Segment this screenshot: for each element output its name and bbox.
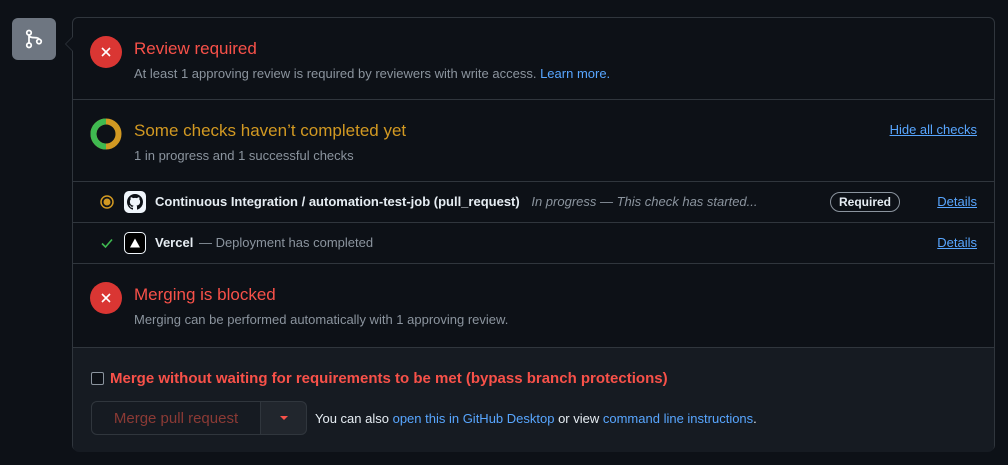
merge-actions-section: Merge without waiting for requirements t… — [73, 348, 994, 452]
merge-box: Review required At least 1 approving rev… — [65, 17, 995, 452]
review-required-title: Review required — [134, 39, 257, 58]
open-github-desktop-link[interactable]: open this in GitHub Desktop — [393, 411, 555, 426]
check-row: Vercel — Deployment has completed Detail… — [73, 223, 994, 264]
vercel-icon — [124, 232, 146, 254]
check-status: — Deployment has completed — [198, 235, 374, 250]
git-branch-icon — [25, 29, 43, 49]
in-progress-dot-icon — [99, 194, 115, 210]
checks-progress-ring-icon — [90, 118, 122, 150]
period-text: . — [753, 411, 757, 426]
merging-blocked-title: Merging is blocked — [134, 285, 276, 304]
check-row: Continuous Integration / automation-test… — [73, 182, 994, 223]
bypass-label[interactable]: Merge without waiting for requirements t… — [110, 370, 668, 387]
merge-method-dropdown-button[interactable] — [261, 401, 307, 435]
check-name-text: Vercel — [155, 235, 194, 250]
hide-all-checks-link[interactable]: Hide all checks — [890, 122, 977, 137]
merging-blocked-section: Merging is blocked Merging can be perfor… — [73, 264, 994, 348]
or-view-text: or view — [554, 411, 603, 426]
x-circle-icon — [90, 282, 122, 314]
x-circle-icon — [90, 36, 122, 68]
merge-pull-request-button[interactable]: Merge pull request — [91, 401, 261, 435]
alternative-actions-text: You can also open this in GitHub Desktop… — [315, 411, 757, 426]
checks-summary: 1 in progress and 1 successful checks — [134, 148, 354, 163]
merge-button-group: Merge pull request — [91, 401, 307, 435]
review-required-desc: At least 1 approving review is required … — [134, 66, 610, 81]
check-name: Continuous Integration / automation-test… — [155, 194, 758, 209]
merging-blocked-desc: Merging can be performed automatically w… — [134, 312, 509, 327]
learn-more-link[interactable]: Learn more. — [540, 66, 610, 81]
caret-down-icon — [279, 416, 288, 420]
check-name: Vercel — Deployment has completed — [155, 235, 373, 250]
command-line-instructions-link[interactable]: command line instructions — [603, 411, 753, 426]
checks-title: Some checks haven’t completed yet — [134, 121, 407, 140]
github-icon — [124, 191, 146, 213]
checks-section: Some checks haven’t completed yet 1 in p… — [73, 100, 994, 182]
check-status: In progress — This check has started... — [531, 194, 758, 209]
check-icon — [99, 235, 115, 251]
review-desc-text: At least 1 approving review is required … — [134, 66, 537, 81]
bypass-checkbox[interactable] — [91, 372, 104, 385]
review-required-section: Review required At least 1 approving rev… — [73, 18, 994, 100]
check-details-link[interactable]: Details — [937, 235, 977, 250]
check-name-text: Continuous Integration / automation-test… — [155, 194, 520, 209]
check-details-link[interactable]: Details — [937, 194, 977, 209]
also-prefix: You can also — [315, 411, 393, 426]
required-badge: Required — [830, 192, 901, 212]
bypass-option: Merge without waiting for requirements t… — [91, 370, 668, 387]
git-merge-status-icon — [12, 18, 56, 60]
